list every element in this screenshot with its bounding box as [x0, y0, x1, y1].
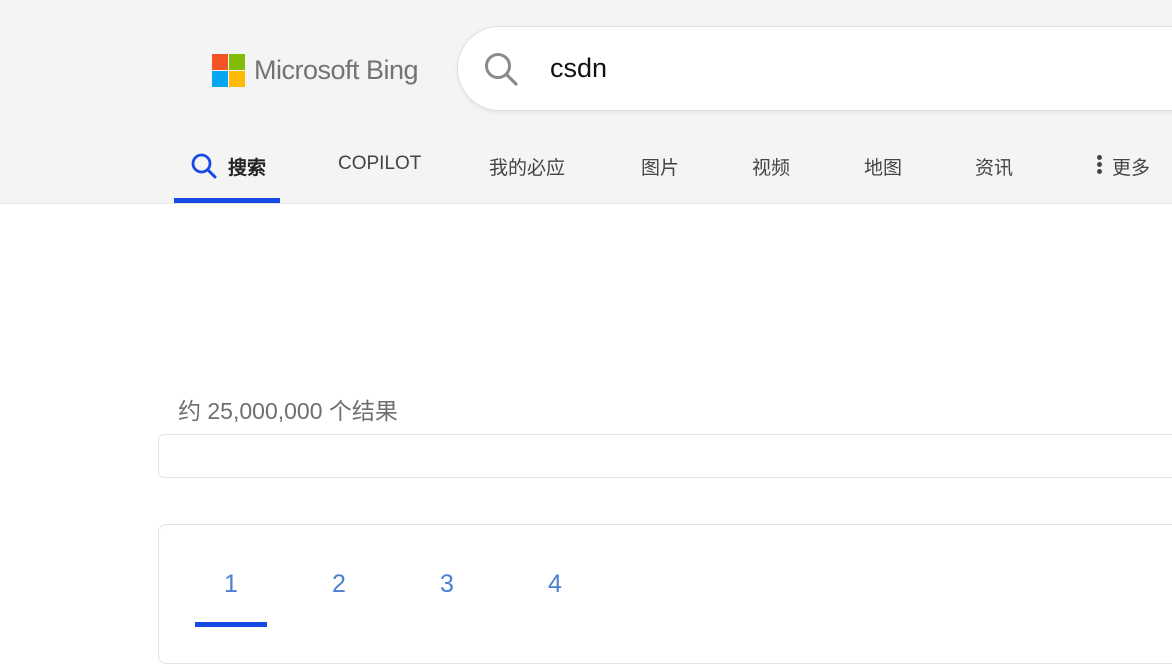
tab-search-label: 搜索	[228, 158, 267, 179]
bing-logo[interactable]: Microsoft Bing	[212, 53, 419, 87]
tab-images-label: 图片	[641, 158, 680, 179]
page-link-3[interactable]: 3	[411, 570, 483, 599]
tab-more-label: 更多	[1112, 158, 1151, 179]
active-tab-indicator	[174, 198, 280, 203]
header: Microsoft Bing 搜索 COPILOT 我的必应 图片 视频	[0, 0, 1172, 204]
tab-maps-label: 地图	[864, 158, 903, 179]
more-vertical-icon	[1097, 155, 1102, 174]
tab-copilot-label: COPILOT	[338, 153, 422, 174]
tab-videos-label: 视频	[752, 158, 791, 179]
tab-copilot[interactable]: COPILOT	[338, 140, 421, 203]
tab-videos[interactable]: 视频	[752, 140, 790, 203]
search-input[interactable]	[550, 45, 1110, 91]
page-link-1[interactable]: 1	[195, 570, 267, 599]
result-count: 约 25,000,000 个结果	[178, 398, 398, 424]
logo-text: Microsoft Bing	[254, 54, 419, 85]
nav-tabs: 搜索 COPILOT 我的必应 图片 视频 地图 资讯 更多	[0, 140, 1172, 203]
tab-my-bing[interactable]: 我的必应	[489, 140, 565, 203]
tab-images[interactable]: 图片	[641, 140, 679, 203]
pagination: 1 2 3 4	[158, 524, 1172, 664]
page-link-4[interactable]: 4	[519, 570, 591, 599]
logo-square-red	[212, 53, 228, 70]
logo-square-green	[229, 53, 245, 70]
logo-square-blue	[212, 70, 228, 87]
logo-square-yellow	[229, 70, 245, 87]
result-card	[158, 434, 1172, 478]
tab-search[interactable]: 搜索	[190, 140, 266, 203]
tab-news-label: 资讯	[975, 158, 1014, 179]
tab-maps[interactable]: 地图	[864, 140, 902, 203]
search-icon[interactable]	[482, 50, 520, 88]
tab-more[interactable]: 更多	[1097, 140, 1150, 203]
tab-news[interactable]: 资讯	[975, 140, 1013, 203]
tab-my-bing-label: 我的必应	[489, 158, 566, 179]
search-icon	[191, 153, 217, 179]
current-page-indicator	[195, 622, 267, 627]
microsoft-logo-icon	[212, 53, 245, 87]
page-link-2[interactable]: 2	[303, 570, 375, 599]
search-box[interactable]	[458, 27, 1172, 110]
